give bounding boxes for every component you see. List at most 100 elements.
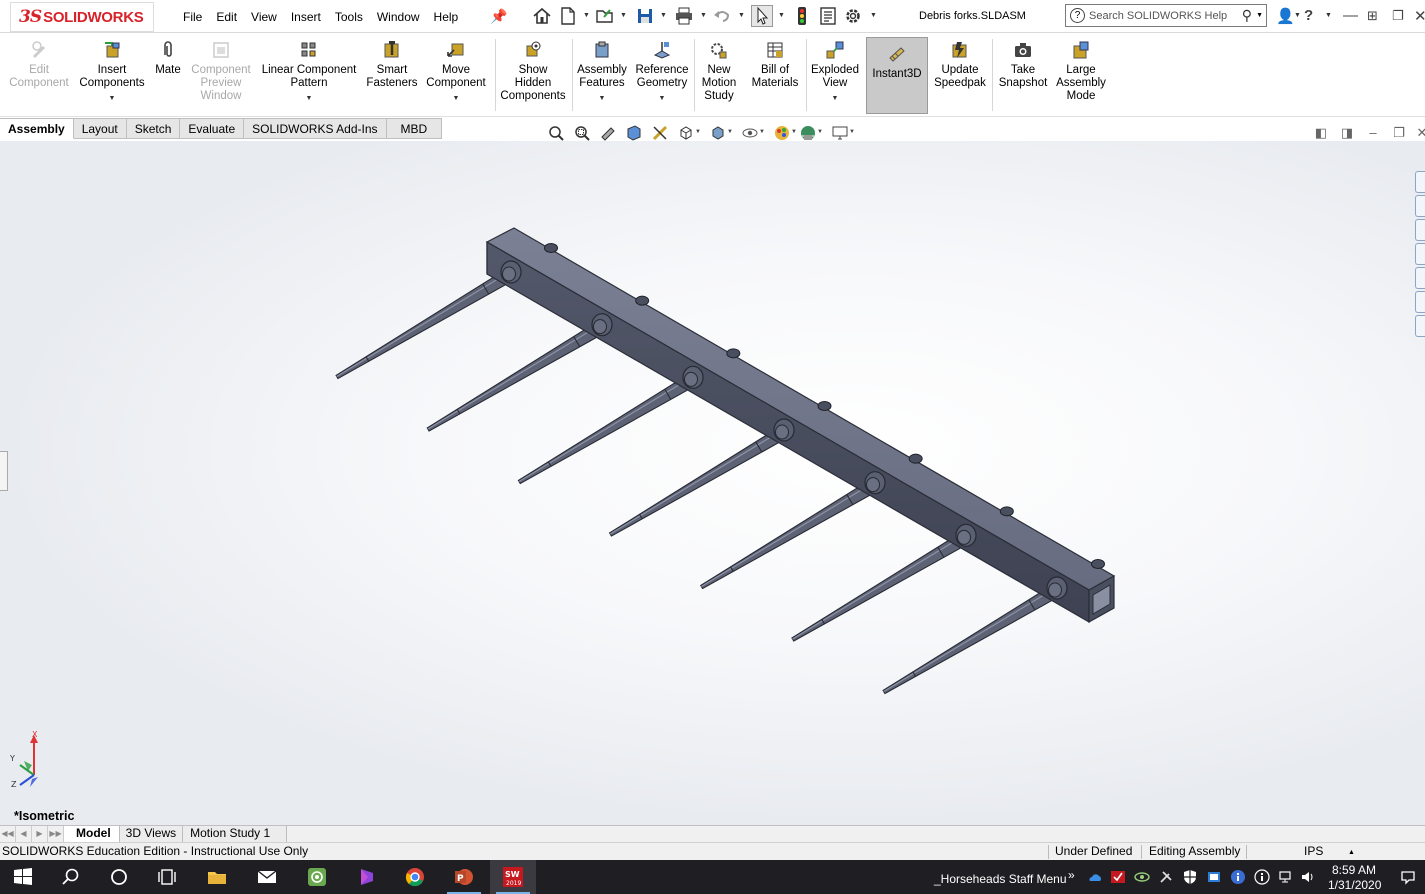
edit-appearance-icon[interactable]: ▼ <box>769 123 797 143</box>
component-preview-window-button[interactable]: Component Preview Window <box>188 37 254 103</box>
bill-of-materials-button[interactable]: Bill of Materials <box>746 37 804 90</box>
account-dropdown-icon[interactable]: ▼ <box>1294 12 1301 19</box>
update-speedpak-button[interactable]: Update Speedpak <box>930 37 990 90</box>
menu-edit[interactable]: Edit <box>209 8 244 26</box>
network-tray-icon[interactable] <box>1278 869 1294 885</box>
view-settings-monitor-icon[interactable]: ▼ <box>827 123 855 143</box>
file-properties-icon[interactable] <box>817 5 839 27</box>
large-assembly-mode-button[interactable]: Large Assembly Mode <box>1053 37 1109 103</box>
doc-close-icon[interactable]: ✕ <box>1412 125 1425 141</box>
next-tab-icon[interactable]: ▶ <box>32 826 48 842</box>
cortana-icon[interactable] <box>96 860 142 894</box>
visual-studio-app-icon[interactable] <box>344 860 390 894</box>
pin-menu-icon[interactable]: 📌 <box>490 8 507 25</box>
tools-tray-icon[interactable] <box>1158 869 1174 885</box>
task-pane-resources-icon[interactable] <box>1415 195 1425 217</box>
previous-view-icon[interactable] <box>595 123 621 143</box>
eye-tray-icon[interactable] <box>1134 869 1150 885</box>
move-component-button[interactable]: Move Component ▼ <box>422 37 490 105</box>
reference-geometry-dropdown-icon[interactable]: ▼ <box>632 92 692 105</box>
instant3d-button[interactable]: Instant3D <box>866 37 928 114</box>
help-icon[interactable]: ? <box>1304 7 1313 24</box>
solidworks-2019-taskbar-icon[interactable]: SW 2019 <box>490 860 536 894</box>
zoom-to-fit-icon[interactable] <box>543 123 569 143</box>
move-component-dropdown-icon[interactable]: ▼ <box>422 92 490 105</box>
task-pane-design-library-icon[interactable] <box>1415 219 1425 241</box>
smart-fasteners-button[interactable]: Smart Fasteners <box>364 37 420 90</box>
task-view-icon[interactable] <box>144 860 190 894</box>
bolt-head[interactable] <box>908 453 923 464</box>
horseheads-staff-menu-toolbar[interactable]: _Horseheads Staff Menu <box>934 872 1067 886</box>
apply-scene-icon[interactable]: ▼ <box>795 123 823 143</box>
tab-layout[interactable]: Layout <box>73 118 127 139</box>
undo-icon[interactable] <box>711 5 733 27</box>
exploded-view-button[interactable]: Exploded View ▼ <box>808 37 862 105</box>
home-icon[interactable] <box>531 5 553 27</box>
user-account-icon[interactable]: 👤 <box>1276 7 1295 25</box>
menu-insert[interactable]: Insert <box>284 8 328 26</box>
doc-minimize-icon[interactable]: – <box>1360 125 1386 141</box>
task-pane-home-icon[interactable] <box>1415 171 1425 193</box>
feature-manager-expand-handle[interactable] <box>0 451 8 491</box>
window-tray-icon[interactable] <box>1206 869 1222 885</box>
solidworks-logo[interactable]: 3S SOLIDWORKS <box>10 2 154 32</box>
tab-motion-study-1[interactable]: Motion Study 1 <box>183 826 288 842</box>
windows-start-icon[interactable] <box>0 860 46 894</box>
task-pane-forum-icon[interactable] <box>1415 315 1425 337</box>
assembly-features-dropdown-icon[interactable]: ▼ <box>574 92 630 105</box>
close-window-icon[interactable]: ✕ <box>1414 7 1425 25</box>
options-gear-icon[interactable] <box>842 5 864 27</box>
search-icon[interactable]: ⚲ <box>1242 7 1252 24</box>
help-search-box[interactable]: ? Search SOLIDWORKS Help ⚲ ▼ <box>1065 4 1267 27</box>
tab-model[interactable]: Model <box>64 826 120 842</box>
show-hidden-components-button[interactable]: Show Hidden Components <box>498 37 568 103</box>
display-style-icon[interactable]: ▼ <box>705 123 733 143</box>
dynamic-annotation-views-icon[interactable] <box>647 123 673 143</box>
take-snapshot-button[interactable]: Take Snapshot <box>995 37 1051 90</box>
action-center-icon[interactable] <box>1400 869 1416 885</box>
save-icon[interactable] <box>634 5 656 27</box>
doc-restore-icon[interactable]: ❐ <box>1386 125 1412 141</box>
print-dropdown-icon[interactable]: ▼ <box>700 12 707 19</box>
notification-info-tray-icon[interactable] <box>1254 869 1270 885</box>
zoom-to-area-icon[interactable] <box>569 123 595 143</box>
reference-geometry-button[interactable]: Reference Geometry ▼ <box>632 37 692 105</box>
tab-evaluate[interactable]: Evaluate <box>180 118 245 139</box>
last-tab-icon[interactable]: ▶▶ <box>48 826 64 842</box>
task-pane-file-explorer-icon[interactable] <box>1415 243 1425 265</box>
hide-show-items-icon[interactable]: ▼ <box>737 123 765 143</box>
mate-button[interactable]: Mate <box>150 37 186 77</box>
minimize-window-icon[interactable]: — <box>1343 7 1358 24</box>
bolt-head[interactable] <box>635 295 650 306</box>
mail-icon[interactable] <box>244 860 290 894</box>
open-folder-icon[interactable] <box>594 5 616 27</box>
collapse-left-icon[interactable]: ◧ <box>1308 125 1334 141</box>
task-pane-appearances-icon[interactable] <box>1415 267 1425 289</box>
bolt-head[interactable] <box>999 506 1014 517</box>
options-dropdown-icon[interactable]: ▼ <box>870 12 877 19</box>
search-dropdown-icon[interactable]: ▼ <box>1256 12 1263 19</box>
tile-window-icon[interactable]: ⊞ <box>1367 8 1378 24</box>
save-dropdown-icon[interactable]: ▼ <box>660 12 667 19</box>
first-tab-icon[interactable]: ◀◀ <box>0 826 16 842</box>
file-explorer-icon[interactable] <box>194 860 240 894</box>
restore-window-icon[interactable]: ❐ <box>1392 8 1404 24</box>
tab-3d-views[interactable]: 3D Views <box>119 826 184 842</box>
insert-components-dropdown-icon[interactable]: ▼ <box>76 92 148 105</box>
chrome-browser-icon[interactable] <box>392 860 438 894</box>
undo-dropdown-icon[interactable]: ▼ <box>738 12 745 19</box>
shield-tray-icon[interactable] <box>1182 869 1198 885</box>
units-dropdown-icon[interactable]: ▲ <box>1348 844 1355 861</box>
section-view-icon[interactable] <box>621 123 647 143</box>
tab-solidworks-addins[interactable]: SOLIDWORKS Add-Ins <box>244 118 387 139</box>
linear-pattern-dropdown-icon[interactable]: ▼ <box>258 92 360 105</box>
new-document-icon[interactable] <box>558 5 578 27</box>
menu-file[interactable]: File <box>176 8 209 26</box>
square-tube-crossbar[interactable] <box>485 227 1116 624</box>
previous-tab-icon[interactable]: ◀ <box>16 826 32 842</box>
exploded-view-dropdown-icon[interactable]: ▼ <box>808 92 862 105</box>
help-dropdown-icon[interactable]: ▼ <box>1325 12 1332 19</box>
linear-component-pattern-button[interactable]: Linear Component Pattern ▼ <box>258 37 360 105</box>
menu-tools[interactable]: Tools <box>328 8 370 26</box>
select-dropdown-icon[interactable]: ▼ <box>778 12 785 19</box>
